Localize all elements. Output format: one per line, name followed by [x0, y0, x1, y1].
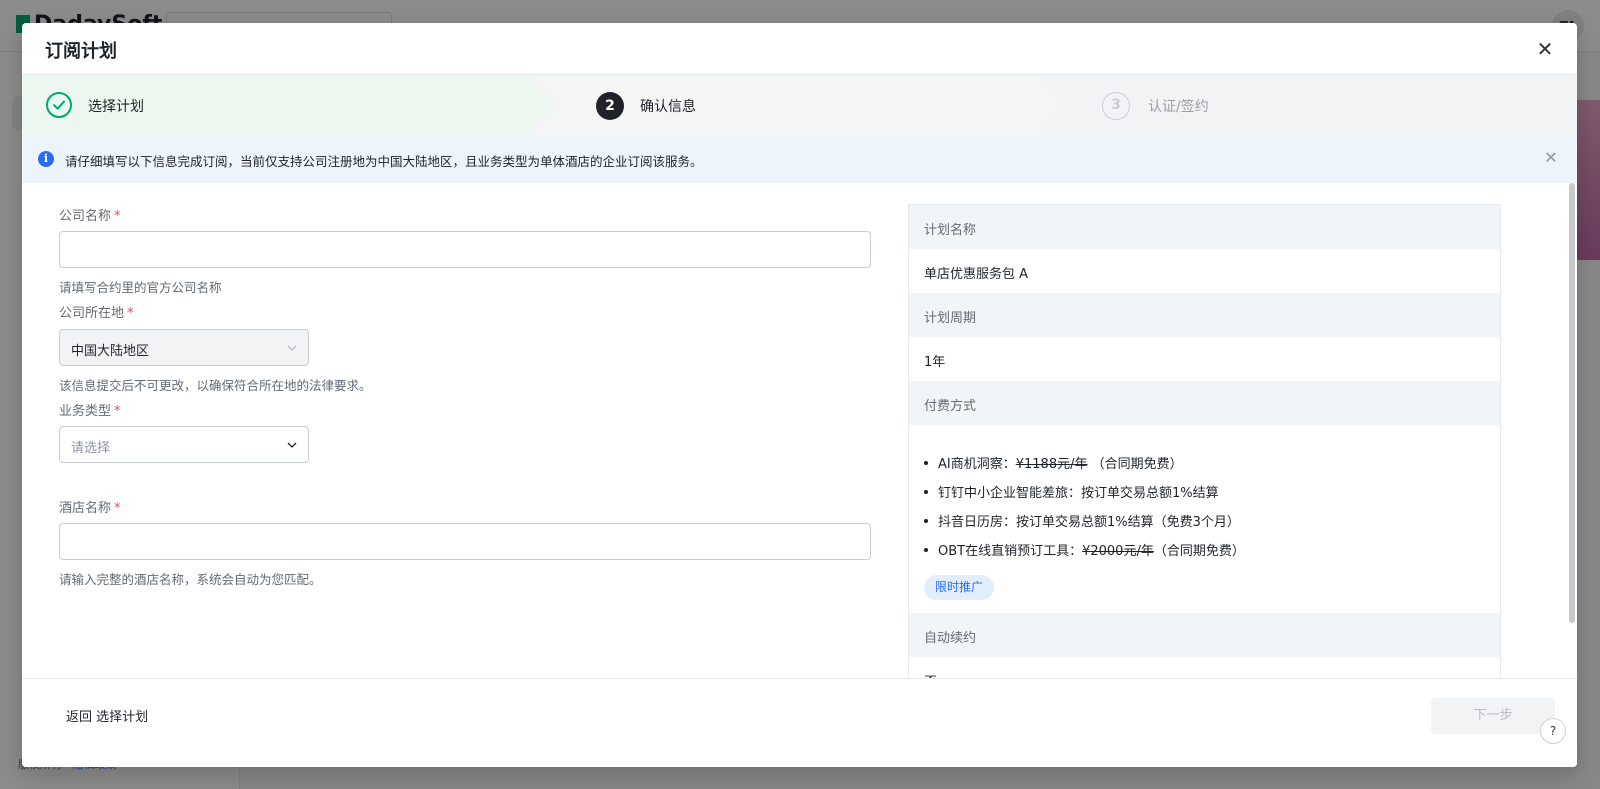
hotel-name-input[interactable]: [59, 523, 871, 560]
step-label: 确认信息: [640, 99, 696, 115]
company-location-select[interactable]: 中国大陆地区: [59, 329, 309, 366]
alert-close-icon[interactable]: ✕: [1541, 148, 1561, 168]
step-number: 3: [1102, 92, 1130, 120]
scrollbar-thumb[interactable]: [1569, 183, 1575, 623]
modal-title: 订阅计划: [45, 41, 117, 62]
business-type-label: 业务类型 *: [59, 404, 121, 419]
list-item: AI商机洞察：¥1188元/年 （合同期免费）: [924, 453, 1484, 482]
stepper: 选择计划 2 确认信息 3 认证/签约: [22, 75, 1577, 135]
step-select-plan: 选择计划: [22, 75, 552, 135]
business-type-select[interactable]: 请选择: [59, 426, 309, 463]
company-location-helper: 该信息提交后不可更改，以确保符合所在地的法律要求。: [59, 378, 372, 393]
step-label: 认证/签约: [1148, 99, 1209, 115]
plan-name-header: 计划名称: [909, 205, 1500, 249]
company-name-helper: 请填写合约里的官方公司名称: [59, 280, 222, 295]
list-item: OBT在线直销预订工具：¥2000元/年（合同期免费）: [924, 540, 1484, 569]
hotel-name-label: 酒店名称 *: [59, 501, 121, 516]
modal-footer: 返回 选择计划 下一步: [22, 678, 1577, 767]
alert-text: 请仔细填写以下信息完成订阅，当前仅支持公司注册地为中国大陆地区，且业务类型为单体…: [65, 154, 703, 169]
next-button[interactable]: 下一步: [1431, 698, 1555, 734]
info-icon: i: [38, 151, 54, 167]
step-confirm-info: 2 确认信息: [532, 75, 1062, 135]
step-number: 2: [596, 92, 624, 120]
chevron-down-icon: [287, 442, 297, 448]
help-icon[interactable]: ?: [1540, 718, 1566, 744]
company-location-label: 公司所在地 *: [59, 306, 134, 321]
step-label: 选择计划: [88, 99, 144, 115]
auto-renew-header: 自动续约: [909, 613, 1500, 657]
plan-summary-panel: 计划名称 单店优惠服务包 A 计划周期 1年 付费方式 AI商机洞察：¥1188…: [908, 204, 1501, 704]
step-certify-sign: 3 认证/签约: [1042, 75, 1577, 135]
company-location-value: 中国大陆地区: [71, 344, 150, 359]
close-icon[interactable]: ✕: [1533, 37, 1557, 61]
plan-name-value: 单店优惠服务包 A: [924, 267, 1029, 282]
plan-period-value: 1年: [924, 355, 946, 370]
list-item: 抖音日历房：按订单交易总额1%结算（免费3个月）: [924, 511, 1484, 540]
subscription-modal: 订阅计划 ✕ 选择计划 2 确认信息 3 认证/签约 i 请仔细填写以下信息完成…: [22, 23, 1577, 767]
check-circle-icon: [46, 92, 72, 118]
plan-period-header: 计划周期: [909, 293, 1500, 337]
payment-items-list: AI商机洞察：¥1188元/年 （合同期免费） 钉钉中小企业智能差旅：按订单交易…: [924, 453, 1484, 569]
company-name-input[interactable]: [59, 231, 871, 268]
back-button[interactable]: 返回 选择计划: [66, 706, 148, 725]
modal-header: 订阅计划 ✕: [22, 23, 1577, 75]
scrollbar[interactable]: [1568, 183, 1576, 703]
chevron-down-icon: [287, 345, 297, 351]
hotel-name-helper: 请输入完整的酒店名称，系统会自动为您匹配。: [59, 572, 322, 587]
business-type-placeholder: 请选择: [71, 441, 111, 456]
info-alert: i 请仔细填写以下信息完成订阅，当前仅支持公司注册地为中国大陆地区，且业务类型为…: [22, 135, 1577, 183]
payment-method-header: 付费方式: [909, 381, 1500, 425]
promo-tag: 限时推广: [924, 575, 995, 600]
company-name-label: 公司名称 *: [59, 209, 121, 224]
list-item: 钉钉中小企业智能差旅：按订单交易总额1%结算: [924, 482, 1484, 511]
